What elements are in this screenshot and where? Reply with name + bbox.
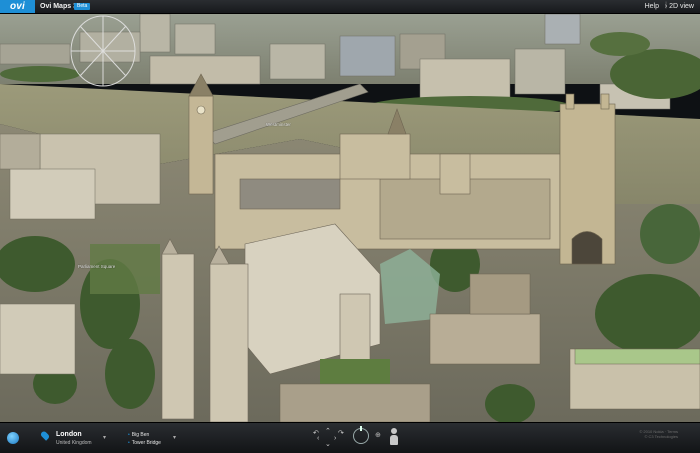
map-viewport[interactable]: Westminster Parliament Square [0,14,700,422]
aerial-3d-scene [0,14,700,422]
poi-item-tower-bridge[interactable]: • Tower Bridge [128,440,161,446]
pan-left-icon[interactable]: ‹ [317,435,319,442]
person-head [391,428,397,434]
pan-down-icon[interactable]: ⌄ [325,440,331,448]
beta-badge: Beta [74,3,91,10]
globe-icon[interactable] [7,432,19,444]
location-dropdown-icon[interactable]: ▾ [103,434,106,441]
copyright-line-2: © C3 Technologies [644,434,678,439]
poi-label: Tower Bridge [131,440,161,446]
victoria-tower [559,93,616,265]
bottom-bar: London United Kingdom ▾ • Big Ben • Tower … [0,422,700,453]
pan-right-icon[interactable]: › [334,435,336,442]
poi-label: Big Ben [131,432,150,438]
top-bar: ovi Ovi Maps 3D Beta Help | › 2D view [0,0,700,14]
location-name[interactable]: London [56,431,82,438]
map-label-parliament-square: Parliament Square [78,264,116,269]
poi-item-big-ben[interactable]: • Big Ben [128,432,149,438]
pan-up-icon[interactable]: ⌃ [325,427,331,435]
poi-dropdown-icon[interactable]: ▾ [173,434,176,441]
ovi-logo-icon[interactable]: ovi [0,0,35,13]
street-view-person-icon[interactable] [389,428,399,448]
2d-view-link[interactable]: › 2D view [665,3,694,10]
big-ben-tower [188,73,214,195]
rotate-right-icon[interactable]: ↷ [338,429,344,437]
london-eye [70,15,136,87]
navigation-control: ↶ ⌃ ↷ ‹ › ⌄ [308,426,348,450]
poi-bullet-icon: • [128,432,130,438]
zoom-icon[interactable]: ⊕ [375,431,381,439]
map-label-westminster: Westminster [266,122,291,127]
person-body [390,435,398,445]
copyright-notice: © 2010 Nokia · Terms © C3 Technologies [639,429,678,439]
poi-bullet-icon: • [128,440,130,446]
compass-icon[interactable] [353,426,369,444]
location-pin-icon [39,430,51,441]
help-link[interactable]: Help [645,3,659,10]
location-country: United Kingdom [56,440,92,446]
